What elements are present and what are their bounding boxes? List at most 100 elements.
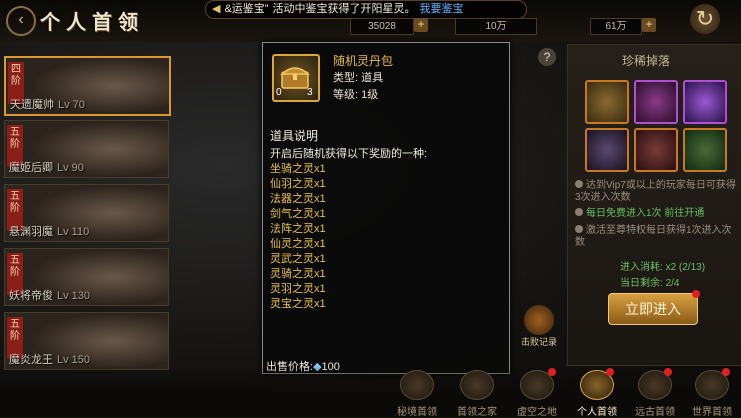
- remaining-count: 当日剩余: 2/4: [620, 274, 679, 289]
- reward-item: 灵武之灵x1: [270, 253, 326, 265]
- nav-void-land[interactable]: 虚空之地: [508, 370, 566, 418]
- boss-name: 妖将帝俊 Lv 130: [9, 287, 90, 303]
- boss-level: Lv 110: [57, 226, 90, 238]
- boss-name-text: 天遗魔帅: [10, 99, 54, 111]
- nav-label: 秘境首领: [397, 407, 437, 418]
- item-count-left: 0: [276, 87, 282, 98]
- remaining-label: 当日剩余:: [620, 278, 663, 289]
- resource-silver: 10万: [455, 18, 537, 35]
- notification-dot: [548, 368, 556, 376]
- kill-record-button[interactable]: 击败记录: [516, 305, 562, 347]
- item-type: 类型: 道具: [333, 72, 384, 84]
- reward-item: 法器之灵x1: [270, 193, 326, 205]
- boss-name: 魔炎龙王 Lv 150: [9, 351, 90, 367]
- remaining-value: 2/4: [665, 278, 680, 289]
- rule-free-link[interactable]: 前往开通: [664, 208, 704, 219]
- reward-item: 灵骑之灵x1: [270, 268, 326, 280]
- nav-personal-boss[interactable]: 个人首领: [568, 370, 626, 418]
- reward-item: 仙灵之灵x1: [270, 238, 326, 250]
- boss-item[interactable]: 四阶 天遗魔帅 Lv 70: [4, 56, 171, 116]
- back-arrow-icon[interactable]: ‹: [6, 6, 36, 36]
- boss-level: Lv 90: [57, 162, 84, 174]
- add-gold-button[interactable]: +: [414, 18, 428, 32]
- kill-record-icon: [524, 305, 554, 335]
- secret-boss-icon: [400, 370, 434, 400]
- boss-name-text: 悬渊羽魔: [9, 226, 53, 238]
- reward-item: 仙羽之灵x1: [270, 178, 326, 190]
- boss-item[interactable]: 五阶 魔姬后卿 Lv 90: [4, 120, 169, 178]
- enter-now-button[interactable]: 立即进入: [608, 293, 698, 325]
- nav-label: 远古首领: [635, 407, 675, 418]
- kill-record-label: 击败记录: [520, 337, 557, 347]
- boss-level: Lv 70: [58, 99, 85, 111]
- rule-free: 每日免费进入1次 前往开通: [575, 208, 737, 220]
- resource-gold: 35028: [350, 18, 414, 35]
- enter-cost: 进入消耗: x2 (2/13): [620, 258, 705, 273]
- gold-value: 35028: [368, 21, 396, 32]
- boss-item[interactable]: 五阶 魔炎龙王 Lv 150: [4, 312, 169, 370]
- bullet-icon: [575, 180, 583, 188]
- announcement-marquee: ◀ &运鉴宝” 活动中鉴宝获得了开阳星灵。 我要鉴宝: [205, 0, 527, 19]
- reward-item: 坐骑之灵x1: [270, 163, 326, 175]
- refresh-icon[interactable]: ↻: [690, 4, 720, 34]
- boss-home-icon: [460, 370, 494, 400]
- boss-name-text: 妖将帝俊: [9, 290, 53, 302]
- boss-name: 悬渊羽魔 Lv 110: [9, 223, 89, 239]
- marquee-text: 活动中鉴宝获得了开阳星灵。: [272, 3, 416, 15]
- boss-name-text: 魔姬后卿: [9, 162, 53, 174]
- notification-dot: [606, 368, 614, 376]
- boss-level: Lv 130: [57, 290, 91, 302]
- reward-item: 灵羽之灵x1: [270, 283, 326, 295]
- nav-boss-home[interactable]: 首领之家: [448, 370, 506, 418]
- diamond-value: 61万: [605, 21, 627, 32]
- boss-item[interactable]: 五阶 悬渊羽魔 Lv 110: [4, 184, 169, 242]
- boss-name-text: 魔炎龙王: [9, 354, 53, 366]
- bullet-icon: [575, 225, 583, 233]
- drop-weapon-icon[interactable]: [585, 128, 629, 172]
- resource-diamond: 61万: [590, 18, 642, 35]
- item-level: 等级: 1级: [333, 89, 379, 101]
- enter-cost-value: x2 (2/13): [665, 262, 706, 273]
- drop-exp-icon[interactable]: [683, 80, 727, 124]
- rule-free-text: 每日免费进入1次: [586, 208, 662, 219]
- notification-dot: [692, 290, 700, 298]
- nav-label: 个人首领: [577, 407, 617, 418]
- rare-drop-title: 珍稀掉落: [622, 54, 671, 68]
- drop-box-icon[interactable]: [634, 80, 678, 124]
- item-description: 开启后随机获得以下奖励的一种:: [270, 148, 428, 160]
- item-description-title: 道具说明: [270, 129, 319, 143]
- boss-name: 天遗魔帅 Lv 70: [10, 96, 85, 112]
- reward-item: 灵宝之灵x1: [270, 298, 326, 310]
- boss-name: 魔姬后卿 Lv 90: [9, 159, 84, 175]
- nav-secret-boss[interactable]: 秘境首领: [388, 370, 446, 418]
- rule-vip-text: 达到Vip7或以上的玩家每日可获得3次进入次数: [575, 180, 736, 203]
- notification-dot: [722, 368, 730, 376]
- item-name: 随机灵丹包: [333, 54, 394, 68]
- silver-value: 10万: [485, 21, 507, 32]
- nav-label: 世界首领: [692, 407, 732, 418]
- drop-orb-icon[interactable]: [683, 128, 727, 172]
- help-icon[interactable]: ?: [538, 48, 556, 66]
- drop-wings-icon[interactable]: [634, 128, 678, 172]
- nav-label: 虚空之地: [517, 407, 557, 418]
- item-count-right: 3: [307, 87, 313, 98]
- enter-cost-label: 进入消耗:: [620, 262, 663, 273]
- reward-item: 剑气之灵x1: [270, 208, 326, 220]
- page-title: 个人首领: [40, 12, 144, 34]
- marquee-prefix: &运鉴宝”: [224, 3, 269, 15]
- notification-dot: [664, 368, 672, 376]
- nav-ancient-boss[interactable]: 远古首领: [626, 370, 684, 418]
- rule-privilege-text: 激活至尊特权每日获得1次进入次数: [575, 225, 732, 248]
- rule-vip: 达到Vip7或以上的玩家每日可获得3次进入次数: [575, 180, 737, 204]
- nav-world-boss[interactable]: 世界首领: [683, 370, 741, 418]
- horn-icon: ◀: [212, 3, 221, 15]
- marquee-link[interactable]: 我要鉴宝: [419, 3, 463, 15]
- reward-item: 法阵之灵x1: [270, 223, 326, 235]
- nav-label: 首领之家: [457, 407, 497, 418]
- boss-level: Lv 150: [57, 354, 91, 366]
- chest-icon: [280, 67, 310, 89]
- drop-chest-icon[interactable]: [585, 80, 629, 124]
- add-diamond-button[interactable]: +: [642, 18, 656, 32]
- boss-item[interactable]: 五阶 妖将帝俊 Lv 130: [4, 248, 169, 306]
- rule-privilege: 激活至尊特权每日获得1次进入次数: [575, 225, 737, 249]
